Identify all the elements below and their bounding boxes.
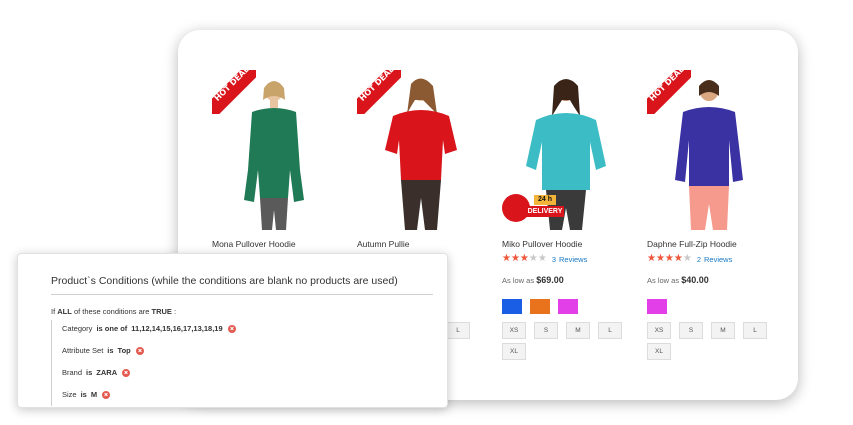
remove-icon[interactable] xyxy=(135,346,144,355)
divider xyxy=(51,294,433,295)
rating-stars-fill: ★★★★★ xyxy=(647,254,683,264)
reviews-link[interactable]: 2 Reviews xyxy=(697,255,733,264)
product-photo[interactable]: 24 h DELIVERY xyxy=(502,70,630,230)
product-card[interactable]: 24 h DELIVERY Miko Pullover Hoodie ★★★★★… xyxy=(502,70,630,360)
operator-select[interactable]: is xyxy=(86,368,92,377)
product-name[interactable]: Autumn Pullie xyxy=(357,239,409,249)
operator-select[interactable]: is one of xyxy=(96,324,127,333)
value-input[interactable]: M xyxy=(91,390,97,399)
color-swatches xyxy=(647,299,667,314)
price: As low as $69.00 xyxy=(502,275,564,285)
product-card[interactable]: HOT DEAL Daphne Full-Zip Hoodie ★★★★★ ★★★… xyxy=(647,70,775,360)
hot-deal-badge: HOT DEAL xyxy=(357,70,401,114)
price: As low as $40.00 xyxy=(647,275,709,285)
rating-stars-fill: ★★★★★ xyxy=(502,254,529,264)
condition-list: Category is one of 11,12,14,15,16,17,13,… xyxy=(51,320,431,406)
aggregator-select[interactable]: ALL xyxy=(57,307,72,316)
size-option[interactable]: M xyxy=(566,322,590,339)
condition-row: Brand is ZARA xyxy=(62,368,131,377)
product-card[interactable]: HOT DEAL Mona Pullover Hoodie xyxy=(212,70,340,249)
size-options: XS S M L XL xyxy=(647,322,767,360)
conditions-header: If ALL of these conditions are TRUE : xyxy=(51,307,177,316)
product-card[interactable]: HOT DEAL Autumn Pullie xyxy=(357,70,485,249)
remove-icon[interactable] xyxy=(122,368,131,377)
size-option[interactable]: XS xyxy=(647,322,671,339)
color-swatch[interactable] xyxy=(530,299,550,314)
conditions-panel: Product`s Conditions (while the conditio… xyxy=(17,253,448,408)
color-swatches xyxy=(502,299,578,314)
condition-row: Category is one of 11,12,14,15,16,17,13,… xyxy=(62,324,236,333)
hot-deal-badge: HOT DEAL xyxy=(212,70,256,114)
remove-icon[interactable] xyxy=(102,390,111,399)
color-swatch[interactable] xyxy=(502,299,522,314)
size-option[interactable]: S xyxy=(679,322,703,339)
color-swatch[interactable] xyxy=(647,299,667,314)
product-name[interactable]: Daphne Full-Zip Hoodie xyxy=(647,239,737,249)
value-select[interactable]: TRUE xyxy=(152,307,172,316)
condition-row: Size is M xyxy=(62,390,111,399)
rating-stars: ★★★★★★★★★★ xyxy=(647,253,692,264)
size-option[interactable]: S xyxy=(534,322,558,339)
product-photo[interactable]: HOT DEAL xyxy=(357,70,485,230)
operator-select[interactable]: is xyxy=(81,390,87,399)
color-swatch[interactable] xyxy=(558,299,578,314)
size-option-l[interactable]: L xyxy=(446,322,470,339)
size-option[interactable]: XS xyxy=(502,322,526,339)
condition-row: Attribute Set is Top xyxy=(62,346,144,355)
product-name[interactable]: Mona Pullover Hoodie xyxy=(212,239,296,249)
product-photo[interactable]: HOT DEAL xyxy=(212,70,340,230)
size-option[interactable]: M xyxy=(711,322,735,339)
rating: ★★★★★★★★★★ 3Reviews xyxy=(502,254,587,264)
hot-deal-badge: HOT DEAL xyxy=(647,70,691,114)
rating-stars: ★★★★★★★★★★ xyxy=(502,253,547,264)
panel-title: Product`s Conditions (while the conditio… xyxy=(51,275,398,287)
value-input[interactable]: ZARA xyxy=(96,368,117,377)
rating: ★★★★★★★★★★ 2Reviews xyxy=(647,254,732,264)
delivery-badge: 24 h DELIVERY xyxy=(502,194,566,222)
size-option[interactable]: XL xyxy=(647,343,671,360)
product-name[interactable]: Miko Pullover Hoodie xyxy=(502,239,582,249)
size-option[interactable]: L xyxy=(598,322,622,339)
reviews-link[interactable]: 3 Reviews xyxy=(552,255,588,264)
size-options: XS S M L XL xyxy=(502,322,622,360)
value-input[interactable]: Top xyxy=(118,346,131,355)
size-option[interactable]: L xyxy=(743,322,767,339)
product-photo[interactable]: HOT DEAL xyxy=(647,70,775,230)
size-option[interactable]: XL xyxy=(502,343,526,360)
value-input[interactable]: 11,12,14,15,16,17,13,18,19 xyxy=(131,324,222,333)
operator-select[interactable]: is xyxy=(107,346,113,355)
remove-icon[interactable] xyxy=(227,324,236,333)
